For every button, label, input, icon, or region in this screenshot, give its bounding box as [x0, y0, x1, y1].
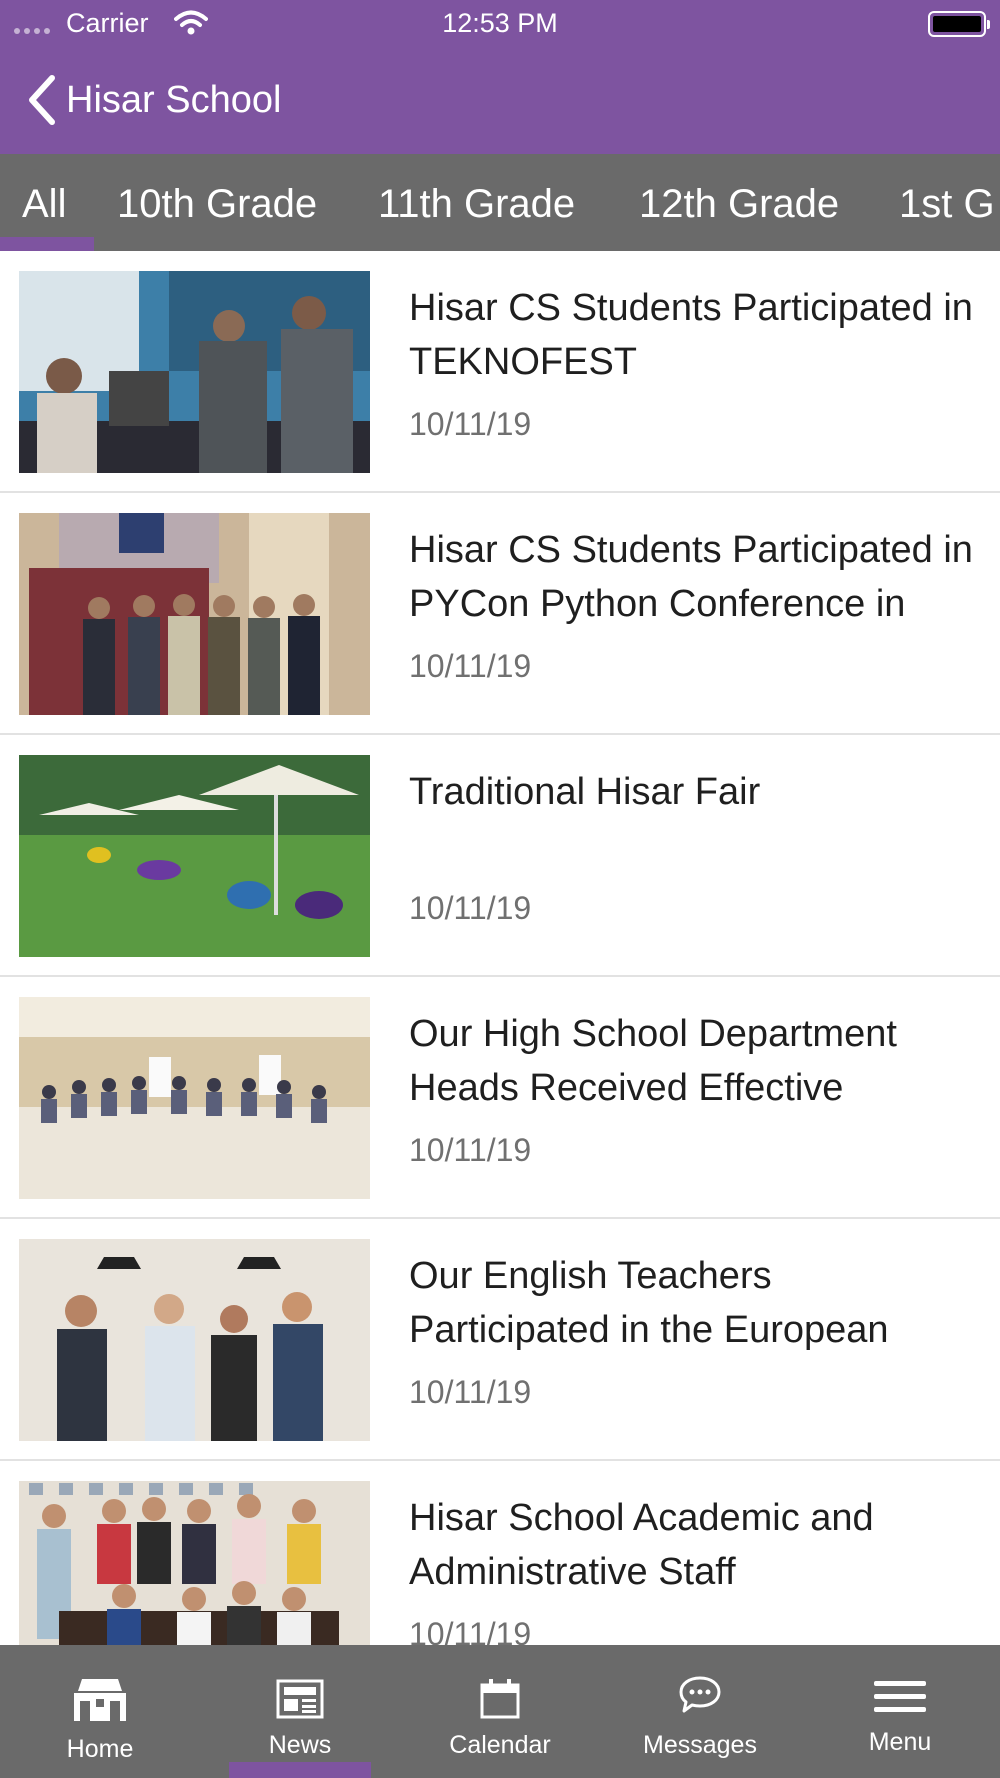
news-date: 10/11/19	[409, 648, 532, 684]
bottom-tab-home[interactable]: Home	[0, 1645, 200, 1778]
status-time: 12:53 PM	[442, 8, 558, 38]
news-title: Our High School Department Heads Receive…	[409, 1013, 897, 1109]
news-thumbnail	[19, 513, 370, 715]
chevron-left-icon	[29, 75, 55, 125]
bottom-tab-label: Messages	[643, 1731, 757, 1759]
news-thumbnail	[19, 1239, 370, 1441]
tab-10th-grade[interactable]: 10th Grade	[117, 154, 317, 251]
news-thumbnail	[19, 755, 370, 957]
hamburger-menu-icon	[874, 1681, 926, 1712]
status-bar: Carrier 12:53 PM	[0, 0, 1000, 48]
bottom-tab-label: Calendar	[449, 1731, 551, 1759]
bottom-tab-calendar[interactable]: Calendar	[400, 1645, 600, 1778]
news-item[interactable]: Hisar CS Students Participated in PYCon …	[0, 493, 1000, 735]
selected-tab-indicator	[0, 237, 94, 251]
news-thumbnail	[19, 997, 370, 1199]
news-item[interactable]: Our High School Department Heads Receive…	[0, 977, 1000, 1219]
category-tabs: All 10th Grade 11th Grade 12th Grade 1st…	[0, 154, 1000, 251]
newspaper-icon	[276, 1679, 324, 1719]
active-tab-indicator	[229, 1762, 371, 1778]
news-title: Our English Teachers Participated in the…	[409, 1255, 889, 1351]
navigation-bar: Hisar School	[0, 56, 1000, 146]
news-thumbnail	[19, 271, 370, 473]
news-date: 10/11/19	[409, 890, 532, 926]
bottom-tab-bar: Home News Calendar Messages Menu	[0, 1645, 1000, 1778]
news-item[interactable]: Hisar CS Students Participated in TEKNOF…	[0, 251, 1000, 493]
bottom-tab-label: News	[268, 1731, 332, 1759]
tab-12th-grade[interactable]: 12th Grade	[639, 154, 839, 251]
calendar-icon	[480, 1679, 520, 1719]
bottom-tab-news[interactable]: News	[200, 1645, 400, 1778]
battery-icon	[928, 11, 990, 37]
back-button[interactable]: Hisar School	[26, 70, 281, 130]
news-date: 10/11/19	[409, 1616, 532, 1645]
bottom-tab-label: Home	[66, 1735, 134, 1763]
top-bar: Carrier 12:53 PM Hisar School	[0, 0, 1000, 154]
news-title: Hisar CS Students Participated in TEKNOF…	[409, 287, 973, 383]
nav-title: Hisar School	[66, 78, 282, 121]
tab-11th-grade[interactable]: 11th Grade	[378, 154, 575, 251]
bottom-tab-label: Menu	[868, 1728, 932, 1756]
school-building-icon	[74, 1679, 126, 1721]
news-date: 10/11/19	[409, 1374, 532, 1410]
chat-bubble-icon	[679, 1676, 721, 1713]
tab-1st-grade[interactable]: 1st G	[899, 154, 995, 251]
news-title: Traditional Hisar Fair	[409, 771, 761, 813]
news-date: 10/11/19	[409, 406, 532, 442]
news-title: Hisar School Academic and Administrative…	[409, 1497, 874, 1593]
bottom-tab-messages[interactable]: Messages	[600, 1645, 800, 1778]
news-list[interactable]: Hisar CS Students Participated in TEKNOF…	[0, 251, 1000, 1645]
news-item[interactable]: Hisar School Academic and Administrative…	[0, 1461, 1000, 1645]
news-title: Hisar CS Students Participated in PYCon …	[409, 529, 973, 625]
news-thumbnail	[19, 1481, 370, 1645]
bottom-tab-menu[interactable]: Menu	[800, 1645, 1000, 1778]
news-date: 10/11/19	[409, 1132, 532, 1168]
news-item[interactable]: Our English Teachers Participated in the…	[0, 1219, 1000, 1461]
news-item[interactable]: Traditional Hisar Fair 10/11/19	[0, 735, 1000, 977]
